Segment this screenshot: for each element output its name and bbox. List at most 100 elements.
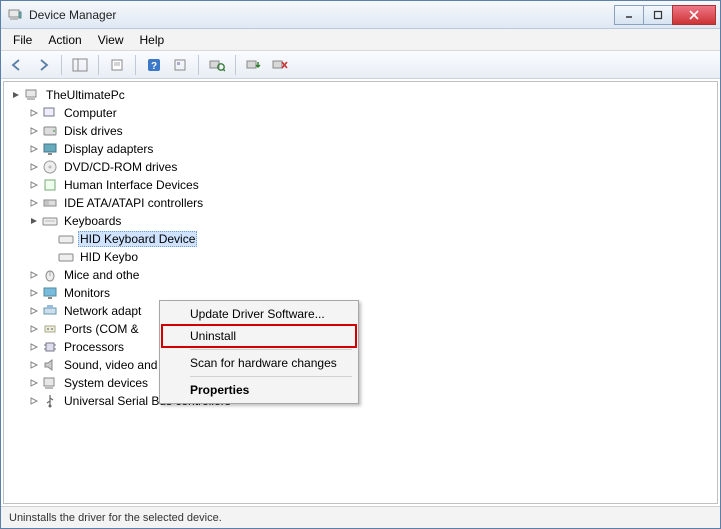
expand-icon[interactable]: [28, 269, 40, 281]
app-icon: [7, 7, 23, 23]
expand-icon[interactable]: [28, 197, 40, 209]
svg-text:?: ?: [151, 61, 157, 72]
minimize-button[interactable]: [614, 5, 644, 25]
forward-button[interactable]: [33, 55, 53, 75]
separator: [98, 55, 99, 75]
network-icon: [42, 303, 58, 319]
expand-icon[interactable]: [28, 305, 40, 317]
tree-node-label: Ports (COM &: [62, 321, 141, 337]
collapse-icon[interactable]: [28, 215, 40, 227]
tree-node-label: IDE ATA/ATAPI controllers: [62, 195, 205, 211]
tree-node[interactable]: Mice and othe: [6, 266, 715, 284]
system-icon: [42, 375, 58, 391]
computer-icon: [24, 87, 40, 103]
separator: [235, 55, 236, 75]
expand-icon[interactable]: [28, 359, 40, 371]
tree-node[interactable]: DVD/CD-ROM drives: [6, 158, 715, 176]
dvd-icon: [42, 159, 58, 175]
status-text: Uninstalls the driver for the selected d…: [9, 512, 222, 524]
keyboard-icon: [58, 231, 74, 247]
tree-pane[interactable]: TheUltimatePc Computer Disk drives Displ…: [3, 81, 718, 504]
tree-node-label: Computer: [62, 105, 119, 121]
tree-node-label: DVD/CD-ROM drives: [62, 159, 179, 175]
uninstall-button[interactable]: [270, 55, 290, 75]
ide-icon: [42, 195, 58, 211]
menu-file[interactable]: File: [5, 31, 40, 49]
tree-node-label: System devices: [62, 375, 150, 391]
scan-hardware-button[interactable]: [207, 55, 227, 75]
device-manager-window: Device Manager File Action View Help ?: [0, 0, 721, 529]
tree-node[interactable]: Disk drives: [6, 122, 715, 140]
hid-icon: [42, 177, 58, 193]
usb-icon: [42, 393, 58, 409]
back-button[interactable]: [7, 55, 27, 75]
ctx-scan-hardware[interactable]: Scan for hardware changes: [162, 352, 356, 374]
expand-icon[interactable]: [28, 125, 40, 137]
tree-node-label: Display adapters: [62, 141, 155, 157]
expand-icon[interactable]: [28, 377, 40, 389]
tree-node[interactable]: Monitors: [6, 284, 715, 302]
expand-icon[interactable]: [28, 341, 40, 353]
disk-icon: [42, 123, 58, 139]
cpu-icon: [42, 339, 58, 355]
tree-node[interactable]: Human Interface Devices: [6, 176, 715, 194]
expand-icon[interactable]: [28, 107, 40, 119]
show-hide-tree-button[interactable]: [70, 55, 90, 75]
expand-icon[interactable]: [28, 179, 40, 191]
title-bar[interactable]: Device Manager: [1, 1, 720, 29]
tree-node-label: HID Keybo: [78, 249, 140, 265]
tree-node-label: HID Keyboard Device: [78, 231, 197, 247]
menu-action[interactable]: Action: [40, 31, 89, 49]
separator: [190, 376, 352, 377]
tree-node[interactable]: Sound, video and game controllers: [6, 356, 715, 374]
toolbar: ?: [1, 51, 720, 79]
expand-icon[interactable]: [28, 143, 40, 155]
mouse-icon: [42, 267, 58, 283]
display-icon: [42, 141, 58, 157]
status-bar: Uninstalls the driver for the selected d…: [1, 506, 720, 528]
toolbar-button[interactable]: [170, 55, 190, 75]
computer-icon: [42, 105, 58, 121]
tree-node[interactable]: IDE ATA/ATAPI controllers: [6, 194, 715, 212]
tree-node-label: Disk drives: [62, 123, 125, 139]
expand-icon[interactable]: [28, 161, 40, 173]
menu-bar: File Action View Help: [1, 29, 720, 51]
tree-node-keyboards[interactable]: Keyboards: [6, 212, 715, 230]
ctx-update-driver[interactable]: Update Driver Software...: [162, 303, 356, 325]
separator: [198, 55, 199, 75]
tree-node[interactable]: Ports (COM &: [6, 320, 715, 338]
menu-view[interactable]: View: [90, 31, 132, 49]
tree-node-label: Monitors: [62, 285, 112, 301]
monitor-icon: [42, 285, 58, 301]
collapse-icon[interactable]: [10, 89, 22, 101]
tree-node-label: Network adapt: [62, 303, 143, 319]
maximize-button[interactable]: [643, 5, 673, 25]
tree-node[interactable]: HID Keybo: [6, 248, 715, 266]
expand-icon[interactable]: [28, 287, 40, 299]
expand-icon[interactable]: [28, 323, 40, 335]
tree-node-label: Mice and othe: [62, 267, 141, 283]
ctx-properties[interactable]: Properties: [162, 379, 356, 401]
tree-node-label: Keyboards: [62, 213, 123, 229]
menu-help[interactable]: Help: [132, 31, 173, 49]
ctx-uninstall[interactable]: Uninstall: [162, 325, 356, 347]
tree-node[interactable]: Display adapters: [6, 140, 715, 158]
tree-node[interactable]: Network adapt: [6, 302, 715, 320]
close-button[interactable]: [672, 5, 716, 25]
expand-icon[interactable]: [28, 395, 40, 407]
tree-node[interactable]: System devices: [6, 374, 715, 392]
tree-node[interactable]: Universal Serial Bus controllers: [6, 392, 715, 410]
sound-icon: [42, 357, 58, 373]
tree-node-label: Processors: [62, 339, 126, 355]
tree-root[interactable]: TheUltimatePc: [6, 86, 715, 104]
port-icon: [42, 321, 58, 337]
separator: [190, 349, 352, 350]
properties-button[interactable]: [107, 55, 127, 75]
tree-root-label: TheUltimatePc: [44, 87, 127, 103]
tree-node-selected[interactable]: HID Keyboard Device: [6, 230, 715, 248]
update-driver-button[interactable]: [244, 55, 264, 75]
tree-node-label: Human Interface Devices: [62, 177, 201, 193]
help-button[interactable]: ?: [144, 55, 164, 75]
tree-node[interactable]: Computer: [6, 104, 715, 122]
tree-node[interactable]: Processors: [6, 338, 715, 356]
